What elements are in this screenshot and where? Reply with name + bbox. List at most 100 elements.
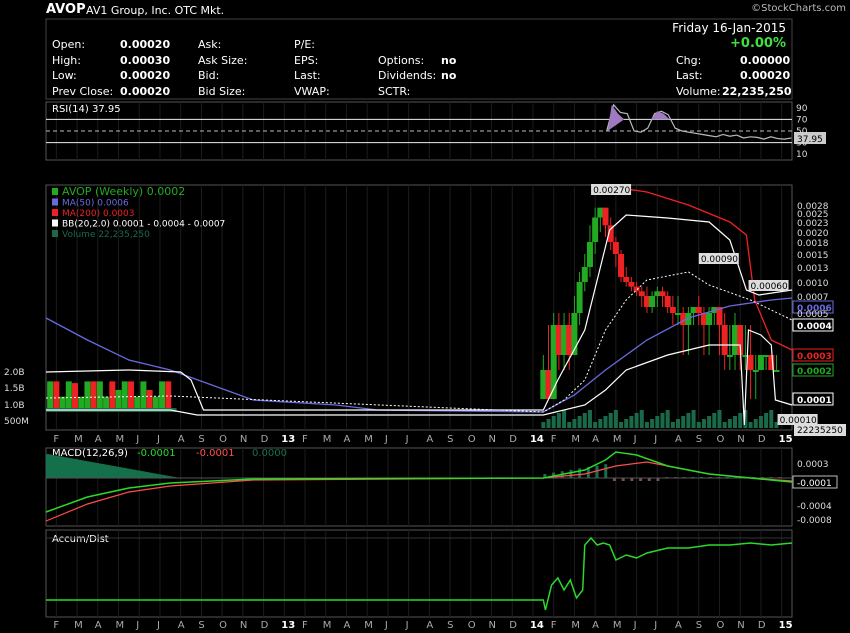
- volume-bar-2012: [159, 381, 166, 412]
- macd-signal-value: -0.0001: [196, 448, 235, 459]
- accum-x-tick: N: [240, 620, 247, 631]
- price-x-tick: M: [116, 434, 125, 445]
- vwap-label: VWAP:: [294, 85, 330, 98]
- price-x-tick: A: [178, 434, 185, 445]
- price-legend-label: AVOP (Weekly) 0.0002: [62, 185, 185, 198]
- volume-bar-2012: [84, 381, 91, 412]
- volume-y-tick: 1.0B: [4, 401, 25, 411]
- accum-x-tick: 15: [779, 620, 793, 631]
- price-x-tick: O: [219, 434, 227, 445]
- accum-x-tick: J: [633, 620, 637, 631]
- volume-bar-2014: [619, 422, 624, 428]
- accum-x-tick: 13: [281, 620, 295, 631]
- candle-body: [664, 296, 671, 307]
- volume-bar-2014: [587, 410, 592, 428]
- macd-signal-line: [45, 461, 793, 522]
- volume-bar-2014: [546, 419, 551, 428]
- volume-bar-2014: [639, 410, 644, 428]
- rsi-last-label: 37.95: [797, 135, 823, 145]
- price-x-tick: N: [489, 434, 496, 445]
- accum-x-tick: F: [53, 620, 59, 631]
- ask-size-label: Ask Size:: [198, 54, 248, 67]
- volume-bar-2014: [738, 413, 743, 428]
- price-annotation: 0.00060: [751, 282, 788, 292]
- price-x-tick: F: [551, 434, 557, 445]
- volume-bar-2014: [551, 416, 556, 428]
- price-x-tick: D: [509, 434, 517, 445]
- candle-body: [649, 296, 656, 307]
- volume-bar-2012: [165, 381, 172, 412]
- chg-label: Chg:: [676, 54, 702, 67]
- price-x-tick: J: [633, 434, 637, 445]
- bb-middle-line: [45, 271, 793, 413]
- options-value: no: [441, 54, 457, 67]
- volume-bar-2014: [707, 416, 712, 428]
- accum-x-tick: S: [696, 620, 702, 631]
- price-y-tick: 0.0003: [797, 352, 832, 362]
- price-x-tick: M: [571, 434, 580, 445]
- price-legend-label: MA(50) 0.0006: [62, 199, 129, 209]
- price-legend-label: BB(20,2.0) 0.0001 - 0.0004 - 0.0007: [62, 220, 225, 230]
- volume-value: 22,235,250: [722, 85, 792, 98]
- volume-bar-2014: [733, 416, 738, 428]
- volume-bar-2014: [722, 422, 727, 428]
- macd-y-tick: -0.0008: [797, 516, 832, 526]
- volume-bar-2014: [769, 410, 774, 428]
- accum-x-tick: O: [219, 620, 227, 631]
- volume-bar-2012: [53, 381, 60, 412]
- volume-bar-2014: [541, 422, 546, 428]
- price-x-tick: S: [447, 434, 453, 445]
- candle-body: [638, 291, 645, 296]
- last-label-mid: Last:: [294, 69, 321, 82]
- candle-body: [706, 313, 713, 325]
- volume-bar-2014: [727, 419, 732, 428]
- quote-date: Friday 16-Jan-2015: [672, 21, 786, 35]
- candle-body: [618, 254, 625, 277]
- candle-body: [540, 370, 547, 399]
- sctr-label: SCTR:: [378, 85, 411, 98]
- accum-x-tick: M: [613, 620, 622, 631]
- accum-x-tick: S: [447, 620, 453, 631]
- candle-body: [732, 325, 739, 355]
- volume-bar-2014: [562, 410, 567, 428]
- accum-x-tick: A: [343, 620, 350, 631]
- accum-x-tick: O: [468, 620, 476, 631]
- price-x-tick: J: [653, 434, 657, 445]
- price-x-tick: J: [135, 434, 139, 445]
- chg-value: 0.00000: [740, 54, 791, 67]
- rsi-y-tick: 10: [796, 150, 808, 160]
- price-x-tick: A: [675, 434, 682, 445]
- price-legend-swatch: [52, 230, 58, 237]
- price-x-tick: M: [364, 434, 373, 445]
- candle-body: [675, 313, 682, 315]
- rsi-y-tick: 70: [796, 115, 808, 125]
- volume-bar-2014: [556, 413, 561, 428]
- price-x-tick: A: [426, 434, 433, 445]
- candle-body: [747, 355, 754, 370]
- volume-last-label: 22235250: [797, 426, 843, 436]
- accum-x-tick: A: [675, 620, 682, 631]
- accum-x-tick: N: [737, 620, 744, 631]
- volume-bar-2014: [753, 419, 758, 428]
- price-y-tick: 0.0015: [797, 251, 829, 261]
- accum-x-tick: M: [116, 620, 125, 631]
- candle-body: [561, 325, 568, 355]
- price-legend-swatch: [52, 219, 58, 227]
- accum-x-tick: J: [653, 620, 657, 631]
- volume-bar-2014: [696, 422, 701, 428]
- acc-panel-frame: [45, 529, 793, 618]
- price-x-tick: S: [696, 434, 702, 445]
- low-value: 0.00020: [120, 69, 171, 82]
- candle-body: [602, 207, 609, 226]
- volume-bar-2014: [681, 416, 686, 428]
- volume-bar-2012: [65, 381, 72, 412]
- macd-hist-value: 0.0000: [252, 448, 287, 459]
- open-value: 0.00020: [120, 38, 171, 51]
- macd-y-tick: 0.0003: [797, 460, 829, 470]
- volume-bar-2014: [603, 416, 608, 428]
- accum-x-tick: J: [156, 620, 160, 631]
- volume-bar-2014: [691, 410, 696, 428]
- accum-x-tick: A: [426, 620, 433, 631]
- price-x-tick: A: [95, 434, 102, 445]
- price-y-tick: 0.0010: [797, 279, 829, 289]
